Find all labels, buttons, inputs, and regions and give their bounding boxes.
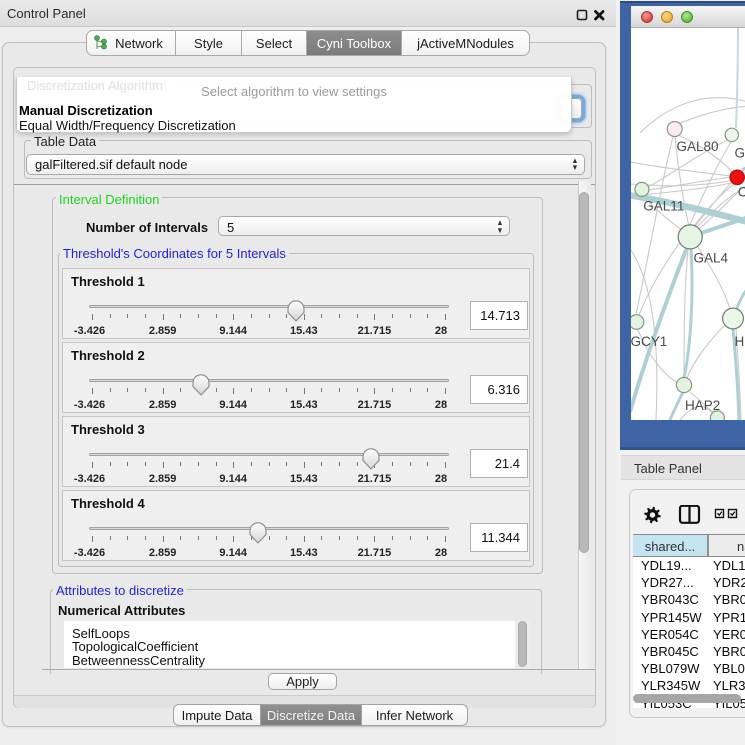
svg-text:GAL80: GAL80 (677, 139, 719, 154)
svg-text:GAL11: GAL11 (643, 199, 684, 214)
svg-text:GA: GA (735, 146, 745, 161)
svg-text:GAL4: GAL4 (694, 251, 729, 266)
svg-text:H: H (735, 334, 745, 349)
svg-text:C: C (738, 185, 745, 200)
svg-text:HAP2: HAP2 (685, 398, 720, 413)
svg-text:GCY1: GCY1 (631, 334, 667, 349)
